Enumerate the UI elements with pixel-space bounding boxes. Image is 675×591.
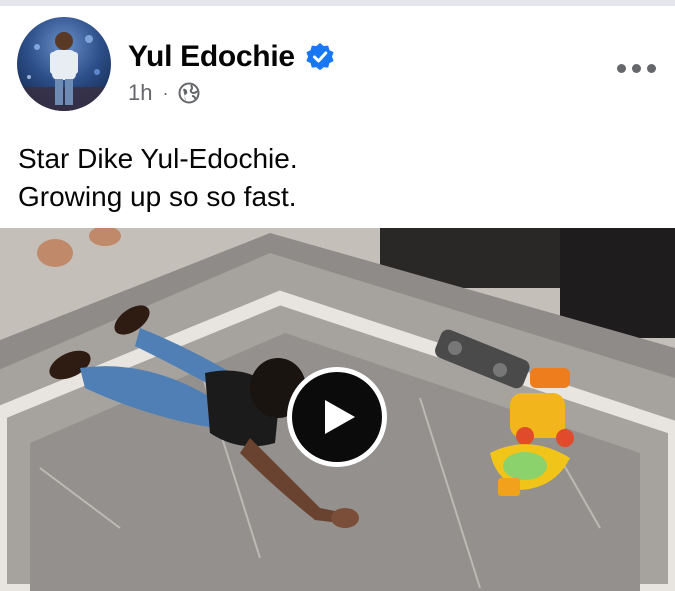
- more-dot: [616, 63, 626, 73]
- avatar-image: [17, 32, 111, 111]
- play-icon: [325, 400, 355, 434]
- post-text-line: Star Dike Yul-Edochie.: [18, 143, 298, 174]
- author-name[interactable]: Yul Edochie: [128, 40, 295, 74]
- meta-separator: ·: [162, 82, 169, 103]
- post-header: Yul Edochie 1h ·: [0, 6, 675, 111]
- verified-badge-icon: [306, 43, 334, 71]
- play-button[interactable]: [287, 367, 387, 467]
- post-text: Star Dike Yul-Edochie. Growing up so so …: [18, 140, 658, 216]
- more-dot: [631, 63, 641, 73]
- post-text-line: Growing up so so fast.: [18, 181, 297, 212]
- more-options-icon[interactable]: [612, 54, 660, 82]
- post-timestamp[interactable]: 1h: [128, 80, 152, 106]
- more-dot: [646, 63, 656, 73]
- post-meta: 1h ·: [128, 80, 200, 106]
- video-player[interactable]: [0, 228, 675, 591]
- globe-icon[interactable]: [178, 82, 200, 104]
- author-avatar[interactable]: [17, 17, 111, 111]
